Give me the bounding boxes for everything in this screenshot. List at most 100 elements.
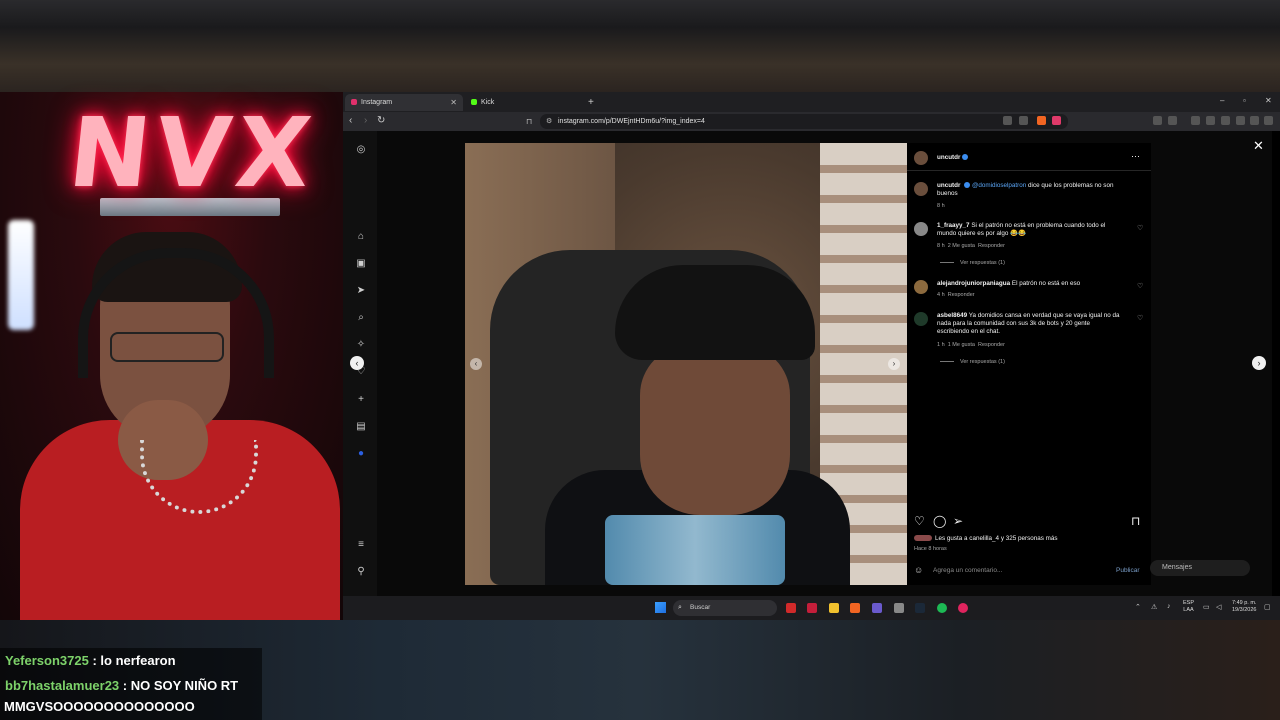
like-comment-icon[interactable]: ♡ <box>1137 314 1143 322</box>
create-icon[interactable]: + <box>355 394 367 405</box>
share-icon[interactable] <box>1019 116 1028 125</box>
more-options-icon[interactable]: ⋯ <box>1131 152 1140 161</box>
post-author[interactable]: uncutdr <box>937 154 969 162</box>
file-explorer-icon[interactable] <box>829 603 839 613</box>
app-icon[interactable] <box>786 603 796 613</box>
comment-user[interactable]: 1_fraayy_7 <box>937 222 970 229</box>
view-replies-label[interactable]: Ver respuestas (1) <box>960 260 1005 266</box>
more-menu-icon[interactable]: ≡ <box>355 539 367 550</box>
home-icon[interactable]: ⌂ <box>355 231 367 242</box>
reply-button[interactable]: Responder <box>978 342 1005 348</box>
close-post-icon[interactable]: ✕ <box>1253 138 1264 154</box>
author-name[interactable]: uncutdr <box>937 154 960 161</box>
close-tab-icon[interactable]: ✕ <box>450 94 457 111</box>
explore-icon[interactable]: ✧ <box>355 339 367 350</box>
new-tab-button[interactable]: + <box>588 94 594 111</box>
network-icon[interactable]: ▭ <box>1203 603 1210 611</box>
caption-time: 8 h <box>937 203 945 209</box>
comment-user[interactable]: alejandrojuniorpaniagua <box>937 280 1010 287</box>
prev-post-button[interactable]: ‹ <box>350 356 364 370</box>
like-comment-icon[interactable]: ♡ <box>1137 282 1143 290</box>
app-icon[interactable] <box>807 603 817 613</box>
likes-text[interactable]: Les gusta a canelilla_4 y 325 personas m… <box>935 535 1058 542</box>
save-icon[interactable]: ⊓ <box>1131 514 1140 528</box>
brave-icon[interactable] <box>850 603 860 613</box>
photo-prev-icon[interactable]: ‹ <box>470 358 482 370</box>
tab-instagram[interactable]: Instagram ✕ <box>345 94 463 111</box>
reader-icon[interactable] <box>1003 116 1012 125</box>
site-info-icon[interactable]: ⚙ <box>546 114 552 129</box>
tray-icon[interactable]: ⚠ <box>1151 603 1157 611</box>
windows-start-icon[interactable] <box>655 602 666 613</box>
back-icon[interactable]: ‹ <box>349 114 352 128</box>
likes-summary[interactable]: Les gusta a canelilla_4 y 325 personas m… <box>914 535 1144 543</box>
comment-meta: 1 h 1 Me gusta Responder <box>937 342 1005 349</box>
avatar[interactable] <box>914 312 928 326</box>
instagram-logo-icon[interactable]: ◎ <box>355 144 367 155</box>
app-icon[interactable] <box>894 603 904 613</box>
reels-icon[interactable]: ▣ <box>355 258 367 269</box>
emoji-icon[interactable]: ☺ <box>914 566 923 575</box>
bookmark-icon[interactable]: ⊓ <box>526 114 532 129</box>
avatar[interactable] <box>914 182 928 196</box>
extension-icon[interactable] <box>1236 116 1245 125</box>
dashboard-icon[interactable]: ▤ <box>355 421 367 432</box>
profile-icon[interactable]: ● <box>355 448 367 459</box>
spotify-icon[interactable] <box>937 603 947 613</box>
comment-icon[interactable]: ◯ <box>933 514 946 528</box>
notification-icon[interactable]: ▢ <box>1264 603 1271 611</box>
messages-label[interactable]: Mensajes <box>1162 564 1192 571</box>
extension-icon[interactable] <box>1221 116 1230 125</box>
volume-icon[interactable]: ◁ <box>1216 603 1221 611</box>
app-icon[interactable] <box>872 603 882 613</box>
view-replies-button[interactable]: Ver respuestas (1) <box>940 260 1005 267</box>
reply-button[interactable]: Responder <box>978 243 1005 249</box>
reply-button[interactable]: Responder <box>948 292 975 298</box>
caption-mention[interactable]: @domidioselpatron <box>972 182 1026 189</box>
view-replies-button[interactable]: Ver respuestas (1) <box>940 359 1005 366</box>
messages-button[interactable]: Mensajes <box>1150 560 1250 576</box>
comment-likes[interactable]: 1 Me gusta <box>948 342 975 348</box>
close-window-icon[interactable]: ✕ <box>1265 96 1272 105</box>
minimize-icon[interactable]: – <box>1220 96 1224 105</box>
tab-kick[interactable]: Kick <box>465 94 583 111</box>
search-icon[interactable]: ⌕ <box>355 312 367 323</box>
like-icon[interactable]: ♡ <box>914 514 925 528</box>
brave-rewards-icon[interactable] <box>1052 116 1061 125</box>
comment-input[interactable]: Agrega un comentario... <box>933 567 1002 574</box>
url-text[interactable]: instagram.com/p/DWEjntHDm6u/?img_index=4 <box>558 114 705 129</box>
forward-icon[interactable]: › <box>364 114 367 128</box>
avatar[interactable] <box>914 222 928 236</box>
vpn-icon[interactable] <box>1250 116 1259 125</box>
caption-author[interactable]: uncutdr <box>937 182 960 189</box>
extension-icon[interactable] <box>1153 116 1162 125</box>
tray-expand-icon[interactable]: ⌃ <box>1135 603 1141 611</box>
taskbar-search[interactable] <box>673 600 777 616</box>
app-icon[interactable] <box>958 603 968 613</box>
clock[interactable]: 7:49 p. m. 19/3/2026 <box>1232 600 1256 614</box>
extension-icon[interactable] <box>1168 116 1177 125</box>
publish-button[interactable]: Publicar <box>1116 567 1139 574</box>
threads-icon[interactable]: ⚲ <box>355 566 367 577</box>
avatar[interactable] <box>914 151 928 165</box>
taskbar-search-label[interactable]: Buscar <box>690 600 710 616</box>
menu-icon[interactable] <box>1264 116 1273 125</box>
avatar[interactable] <box>914 280 928 294</box>
language-indicator[interactable]: ESP LAA <box>1183 600 1194 614</box>
steam-icon[interactable] <box>915 603 925 613</box>
maximize-icon[interactable]: ▫ <box>1243 96 1246 105</box>
brave-shield-icon[interactable] <box>1037 116 1046 125</box>
comment-likes[interactable]: 2 Me gusta <box>948 243 975 249</box>
music-icon[interactable] <box>1191 116 1200 125</box>
view-replies-label[interactable]: Ver respuestas (1) <box>960 359 1005 365</box>
sidebar-icon[interactable] <box>1206 116 1215 125</box>
share-icon[interactable]: ➢ <box>953 514 963 528</box>
reload-icon[interactable]: ↻ <box>377 114 385 128</box>
next-post-button[interactable]: › <box>1252 356 1266 370</box>
photo-next-icon[interactable]: › <box>888 358 900 370</box>
comment-user[interactable]: asbel8649 <box>937 312 967 319</box>
microphone-icon[interactable]: ♪ <box>1167 603 1171 610</box>
direct-icon[interactable]: ➤ <box>355 285 367 296</box>
comment-time: 1 h <box>937 342 945 348</box>
like-comment-icon[interactable]: ♡ <box>1137 224 1143 232</box>
